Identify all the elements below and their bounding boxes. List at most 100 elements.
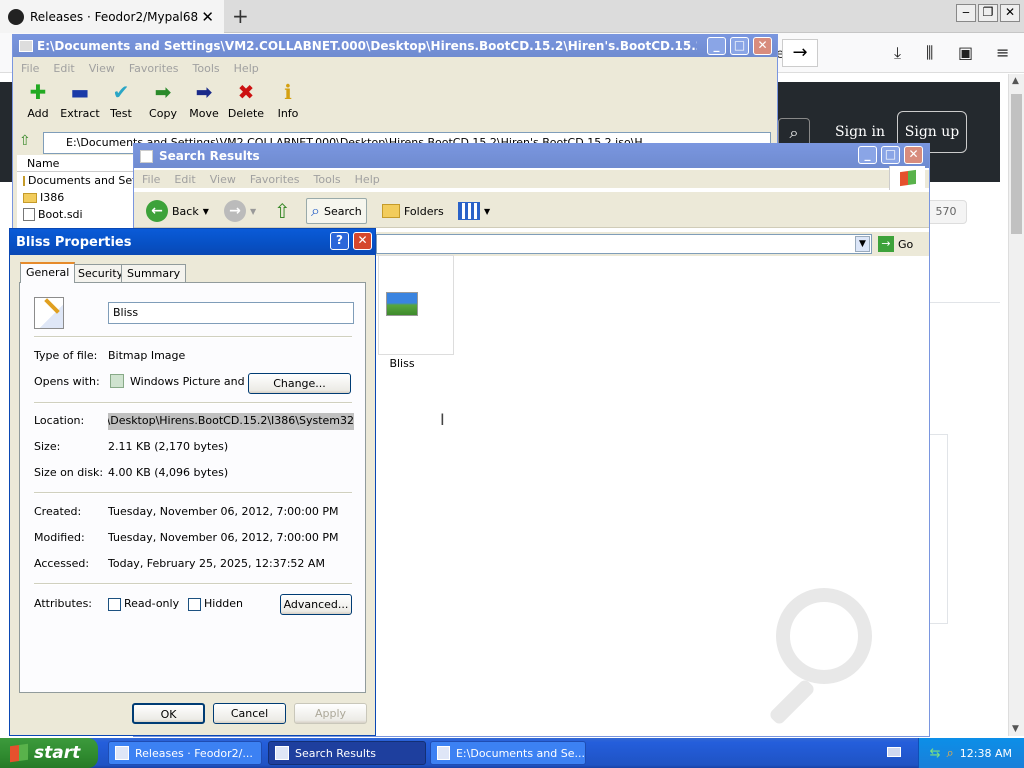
folders-button[interactable]: Folders: [382, 198, 444, 224]
menu-help[interactable]: Help: [234, 62, 259, 75]
list-item[interactable]: Boot.sdi: [17, 206, 137, 223]
dialog-close-button[interactable]: ✕: [353, 232, 372, 250]
menu-tools[interactable]: Tools: [193, 62, 220, 75]
forward-button[interactable]: → ▼: [224, 198, 256, 224]
address-dropdown-icon[interactable]: ▼: [855, 236, 870, 252]
views-button[interactable]: ▼: [458, 198, 490, 224]
winrar-close-button[interactable]: ✕: [753, 37, 772, 55]
menu-favorites[interactable]: Favorites: [129, 62, 179, 75]
divider: [930, 302, 1000, 303]
search-maximize-button[interactable]: □: [881, 146, 900, 164]
read-only-label[interactable]: Read-only: [124, 597, 179, 610]
up-button[interactable]: ⇧: [274, 198, 291, 224]
extract-button[interactable]: ▬ Extract: [57, 81, 103, 120]
menu-file[interactable]: File: [21, 62, 39, 75]
back-dropdown-icon[interactable]: ▼: [203, 207, 209, 216]
tab-summary[interactable]: Summary: [121, 264, 187, 282]
opens-with-value: Windows Picture and F: [130, 375, 255, 388]
winrar-maximize-button[interactable]: □: [730, 37, 749, 55]
search-tray-icon[interactable]: ⌕: [947, 746, 954, 761]
scroll-up-icon[interactable]: ▲: [1012, 76, 1019, 86]
search-title-bar[interactable]: Search Results _ □ ✕: [134, 144, 929, 168]
column-header-name[interactable]: Name: [17, 155, 137, 172]
ok-button[interactable]: OK: [132, 703, 205, 724]
menu-tools[interactable]: Tools: [314, 173, 341, 186]
file-name-field[interactable]: Bliss: [108, 302, 354, 324]
browser-icon: [115, 746, 129, 760]
help-button[interactable]: ?: [330, 232, 349, 250]
go-arrow-icon: →: [878, 236, 894, 252]
menu-view[interactable]: View: [210, 173, 236, 186]
bliss-thumbnail-image[interactable]: [386, 292, 418, 316]
forward-dropdown-icon: ▼: [250, 206, 257, 216]
views-dropdown-icon[interactable]: ▼: [484, 207, 490, 216]
taskbar-item-browser[interactable]: Releases · Feodor2/...: [108, 741, 262, 765]
clock[interactable]: 12:38 AM: [960, 747, 1012, 760]
hamburger-menu-icon[interactable]: ≡: [996, 43, 1009, 62]
properties-title-bar[interactable]: Bliss Properties ? ✕: [10, 229, 375, 255]
sign-in-link[interactable]: Sign in: [835, 124, 885, 140]
sidebar-icon[interactable]: ▣: [958, 43, 973, 62]
star-count-badge[interactable]: 570: [925, 200, 967, 224]
tab-general[interactable]: General: [20, 262, 76, 283]
move-button[interactable]: ➡ Move: [181, 81, 227, 120]
info-button[interactable]: ℹ Info: [265, 81, 311, 120]
search-minimize-button[interactable]: _: [858, 146, 877, 164]
forward-arrow-icon[interactable]: →: [782, 39, 818, 67]
taskbar-item-label: Search Results: [295, 746, 377, 760]
copy-button[interactable]: ➡ Copy: [140, 81, 186, 120]
browser-scrollbar[interactable]: ▲ ▼: [1008, 74, 1024, 736]
menu-help[interactable]: Help: [355, 173, 380, 186]
back-button[interactable]: ← Back ▼: [146, 198, 209, 224]
browser-minimize-button[interactable]: ‒: [956, 4, 976, 22]
list-item[interactable]: Documents and Set: [17, 172, 137, 189]
network-icon[interactable]: ⇆: [930, 746, 941, 761]
menu-edit[interactable]: Edit: [53, 62, 74, 75]
menu-view[interactable]: View: [89, 62, 115, 75]
search-close-button[interactable]: ✕: [904, 146, 923, 164]
delete-button[interactable]: ✖ Delete: [223, 81, 269, 120]
browser-restore-button[interactable]: ❐: [978, 4, 998, 22]
add-button[interactable]: ✚ Add: [15, 81, 61, 120]
advanced-button[interactable]: Advanced...: [280, 594, 352, 615]
info-icon: ℹ: [284, 80, 292, 104]
move-icon: ➡: [195, 80, 213, 104]
browser-close-button[interactable]: ✕: [1000, 4, 1020, 22]
divider: [34, 402, 352, 404]
go-button[interactable]: → Go: [878, 236, 913, 252]
keyboard-icon[interactable]: [887, 747, 901, 757]
created-value: Tuesday, November 06, 2012, 7:00:00 PM: [108, 505, 339, 518]
menu-file[interactable]: File: [142, 173, 160, 186]
scroll-down-icon[interactable]: ▼: [1012, 724, 1019, 734]
hidden-checkbox[interactable]: [188, 598, 201, 611]
read-only-checkbox[interactable]: [108, 598, 121, 611]
taskbar-item-winrar[interactable]: E:\Documents and Se...: [430, 741, 586, 765]
location-value[interactable]: E:\Documents and Settings\VM2.COLLABNET.…: [108, 413, 354, 430]
taskbar-item-search-results[interactable]: Search Results: [268, 741, 426, 765]
windows-logo: [889, 166, 925, 190]
new-tab-icon[interactable]: +: [232, 4, 249, 28]
list-item[interactable]: I386: [17, 189, 137, 206]
hidden-label[interactable]: Hidden: [204, 597, 243, 610]
tab-close-icon[interactable]: ✕: [201, 8, 214, 26]
result-item-label[interactable]: Bliss: [378, 357, 426, 370]
library-icon[interactable]: ⫼: [926, 43, 933, 63]
size-on-disk-value: 4.00 KB (4,096 bytes): [108, 466, 229, 479]
winrar-minimize-button[interactable]: _: [707, 37, 726, 55]
move-label: Move: [189, 107, 219, 120]
winrar-title-bar[interactable]: E:\Documents and Settings\VM2.COLLABNET.…: [13, 35, 777, 57]
search-button[interactable]: ⌕ Search: [306, 198, 367, 224]
menu-edit[interactable]: Edit: [174, 173, 195, 186]
up-folder-icon[interactable]: ⇧: [19, 133, 31, 149]
change-button[interactable]: Change...: [248, 373, 351, 394]
test-button[interactable]: ✔ Test: [98, 81, 144, 120]
browser-tab[interactable]: Releases · Feodor2/Mypal68 ✕: [0, 0, 224, 33]
cancel-button[interactable]: Cancel: [213, 703, 286, 724]
accessed-value: Today, February 25, 2025, 12:37:52 AM: [108, 557, 325, 570]
menu-favorites[interactable]: Favorites: [250, 173, 300, 186]
scrollbar-thumb[interactable]: [1011, 94, 1022, 234]
start-button[interactable]: start: [0, 738, 98, 768]
search-address-field[interactable]: ▼: [376, 234, 872, 254]
download-icon[interactable]: ⤓: [894, 43, 901, 63]
info-label: Info: [277, 107, 299, 120]
